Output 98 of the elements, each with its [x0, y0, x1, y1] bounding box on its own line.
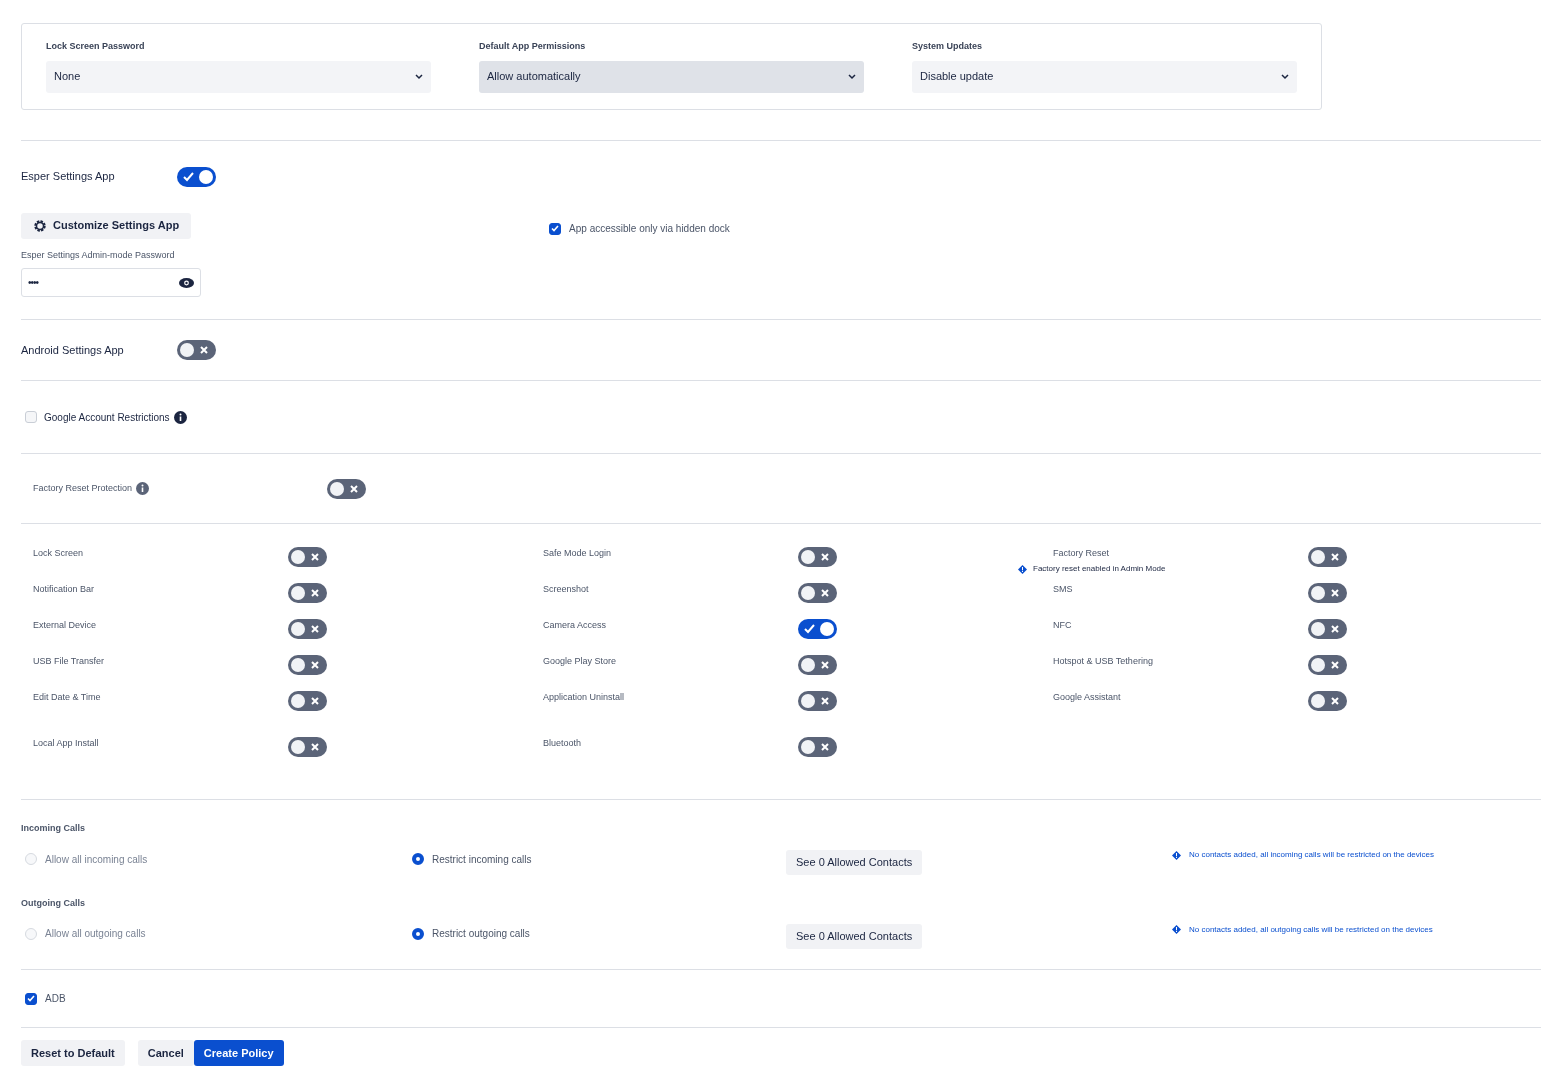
radio-option[interactable]: Restrict incoming calls — [408, 851, 786, 867]
note-text: Factory reset enabled in Admin Mode — [1033, 563, 1166, 575]
setting-label: Camera Access — [543, 619, 608, 633]
setting-label: Screenshot — [543, 583, 590, 597]
toggle-switch[interactable] — [288, 737, 327, 757]
toggle-switch[interactable] — [1308, 547, 1347, 567]
setting-label: Safe Mode Login — [543, 547, 613, 561]
contacts-button[interactable]: See 0 Allowed Contacts — [786, 849, 923, 875]
action-button[interactable]: Reset to Default — [21, 1040, 125, 1066]
close-icon — [311, 697, 319, 705]
close-icon — [821, 661, 829, 669]
customize-button[interactable]: Customize Settings App — [21, 212, 192, 239]
dropdown[interactable]: None — [46, 60, 431, 93]
toggle-switch[interactable] — [798, 547, 837, 567]
toggle-switch[interactable] — [798, 737, 837, 757]
section-label: Outgoing Calls — [21, 896, 86, 910]
action-button[interactable]: Cancel — [137, 1040, 194, 1066]
setting-label: Android Settings App — [21, 342, 125, 358]
checkbox-label: Google Account Restrictions — [44, 410, 170, 425]
toggle-switch[interactable] — [1308, 583, 1347, 603]
close-icon — [200, 346, 208, 354]
close-icon — [1331, 661, 1339, 669]
setting-label: Bluetooth — [543, 737, 583, 751]
setting-label: Hotspot & USB Tethering — [1053, 655, 1154, 669]
field-label: System Updates — [912, 40, 984, 53]
checkbox[interactable] — [549, 222, 562, 235]
close-icon — [1331, 553, 1339, 561]
close-icon — [1331, 625, 1339, 633]
close-icon — [821, 697, 829, 705]
contacts-button[interactable]: See 0 Allowed Contacts — [786, 924, 923, 949]
chevron-down-icon — [415, 73, 423, 80]
settings-icon — [33, 218, 47, 233]
toggle-switch[interactable] — [288, 583, 327, 603]
close-icon — [311, 589, 319, 597]
info-icon — [136, 482, 150, 495]
toggle-switch[interactable] — [288, 655, 327, 675]
close-icon — [821, 553, 829, 561]
setting-label: Edit Date & Time — [33, 691, 102, 705]
section-label: Incoming Calls — [21, 822, 86, 835]
checkbox-label: ADB — [45, 992, 66, 1006]
setting-label: Lock Screen — [33, 547, 85, 561]
alert-icon — [1172, 850, 1181, 860]
close-icon — [350, 484, 358, 493]
toggle-switch[interactable] — [177, 166, 216, 187]
password-field[interactable]: •••• — [21, 268, 201, 297]
check-icon — [183, 171, 194, 182]
radio-option[interactable]: Allow all incoming calls — [21, 851, 408, 867]
setting-label: External Device — [33, 619, 98, 633]
close-icon — [821, 743, 829, 751]
close-icon — [311, 625, 319, 633]
radio-option[interactable]: Allow all outgoing calls — [21, 926, 408, 941]
setting-label: Local App Install — [33, 737, 100, 751]
check-icon — [804, 624, 815, 634]
alert-icon — [1018, 564, 1027, 574]
setting-label: Factory Reset Protection — [33, 481, 133, 495]
field-label: Lock Screen Password — [46, 40, 146, 53]
close-icon — [821, 589, 829, 597]
setting-label: Application Uninstall — [543, 691, 626, 705]
close-icon — [311, 661, 319, 669]
setting-label: Notification Bar — [33, 583, 96, 597]
setting-label: USB File Transfer — [33, 655, 106, 669]
chevron-down-icon — [1281, 73, 1289, 80]
alert-icon — [1172, 925, 1181, 934]
note-text: No contacts added, all outgoing calls will be restricted on the devices — [1189, 923, 1433, 936]
setting-label: Esper Settings App — [21, 169, 116, 185]
toggle-switch[interactable] — [1308, 691, 1347, 711]
toggle-switch[interactable] — [1308, 619, 1347, 639]
toggle-switch[interactable] — [177, 340, 216, 360]
action-button[interactable]: Create Policy — [193, 1040, 284, 1066]
checkbox-label: App accessible only via hidden dock — [569, 222, 730, 236]
toggle-switch[interactable] — [798, 655, 837, 675]
checkbox[interactable] — [25, 992, 37, 1005]
setting-label: Google Play Store — [543, 655, 618, 669]
setting-label: Google Assistant — [1053, 691, 1122, 705]
close-icon — [1331, 589, 1339, 597]
toggle-switch[interactable] — [288, 619, 327, 639]
toggle-switch[interactable] — [288, 547, 327, 567]
toggle-switch[interactable] — [798, 619, 837, 639]
field-label: Esper Settings Admin-mode Password — [21, 248, 176, 262]
field-label: Default App Permissions — [479, 40, 587, 53]
toggle-switch[interactable] — [327, 478, 366, 499]
chevron-down-icon — [848, 73, 856, 80]
toggle-switch[interactable] — [798, 583, 837, 603]
note-text: No contacts added, all incoming calls will be restricted on the devices — [1189, 849, 1434, 861]
toggle-switch[interactable] — [798, 691, 837, 711]
close-icon — [311, 743, 319, 751]
close-icon — [311, 553, 319, 561]
setting-label: SMS — [1053, 583, 1074, 597]
setting-label: Factory Reset — [1053, 547, 1111, 561]
close-icon — [1331, 697, 1339, 705]
radio-option[interactable]: Restrict outgoing calls — [408, 926, 786, 941]
eye-icon[interactable] — [179, 277, 194, 288]
toggle-switch[interactable] — [288, 691, 327, 711]
dropdown[interactable]: Allow automatically — [479, 60, 864, 93]
dropdown[interactable]: Disable update — [912, 60, 1297, 93]
toggle-switch[interactable] — [1308, 655, 1347, 675]
setting-label: NFC — [1053, 619, 1073, 633]
info-icon — [173, 410, 187, 424]
